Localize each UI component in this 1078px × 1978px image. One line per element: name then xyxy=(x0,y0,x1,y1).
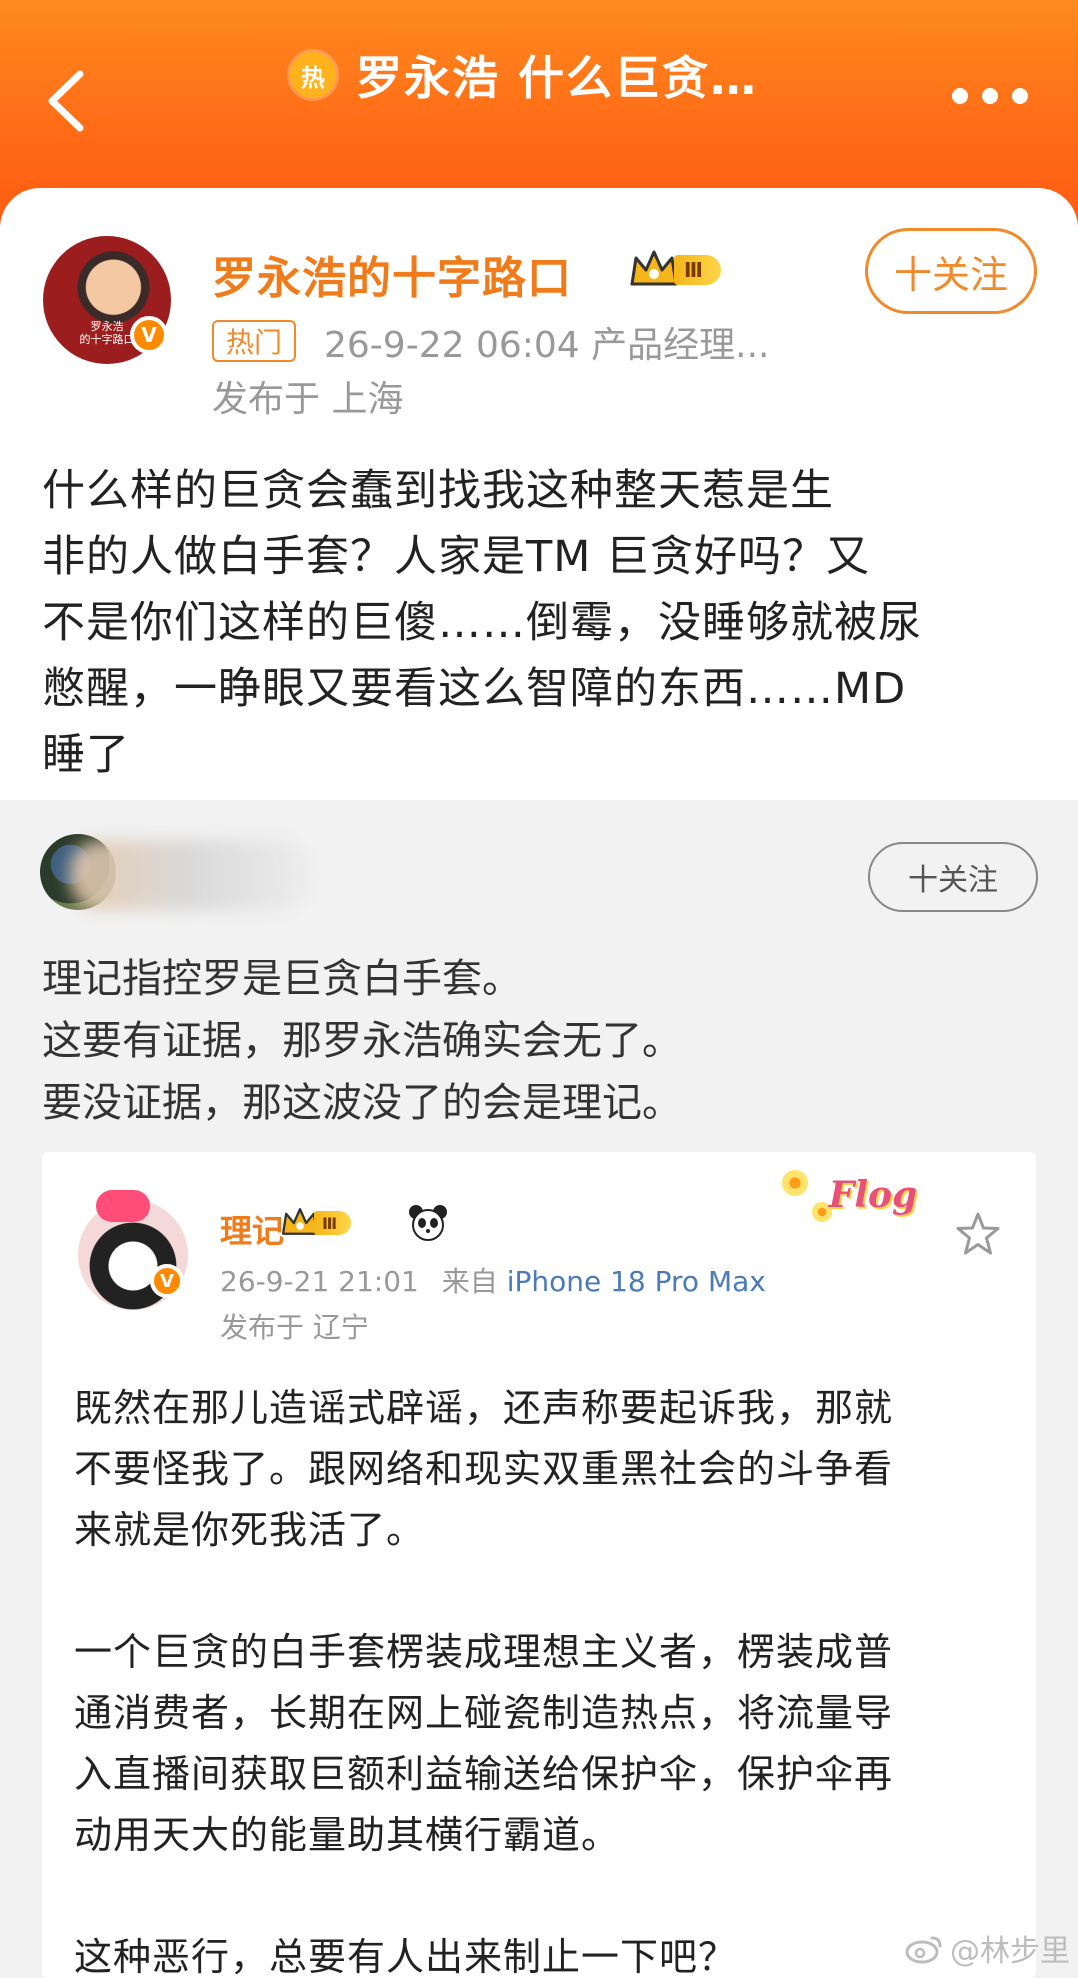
quoted-author-name[interactable]: 理记 xyxy=(220,1206,284,1252)
more-dot-icon xyxy=(982,88,998,104)
quoted-post-location: 发布于 辽宁 xyxy=(220,1311,369,1344)
vip-level-badge[interactable]: Ⅲ xyxy=(280,1206,352,1240)
source-prefix: 来自 xyxy=(441,1265,498,1298)
star-icon[interactable] xyxy=(954,1210,1002,1258)
vip-level-badge[interactable]: Ⅲ xyxy=(628,248,721,292)
follow-button[interactable]: 十关注 xyxy=(865,228,1037,314)
author-name[interactable]: 罗永浩的十字路口 xyxy=(212,242,572,306)
watermark-text: @林步里 xyxy=(950,1934,1070,1969)
more-dot-icon xyxy=(952,88,968,104)
post-content: 什么样的巨贪会蠢到￼找我这种整天惹是生 非的人做白手套？￼人家是TM 巨贪好吗？… xyxy=(42,466,922,780)
chevron-left-icon xyxy=(48,70,84,132)
vip-level-label: Ⅲ xyxy=(314,1211,352,1235)
weibo-logo-icon xyxy=(905,1936,942,1964)
reposter-name-blurred xyxy=(70,840,310,910)
more-button[interactable] xyxy=(952,88,1028,104)
vip-level-label: Ⅲ xyxy=(674,255,721,285)
panda-icon xyxy=(409,1205,447,1241)
page-title: 罗永浩 什么巨贪… xyxy=(356,51,759,105)
more-dot-icon xyxy=(1012,88,1028,104)
page: 热 罗永浩 什么巨贪… 罗永浩 的十字路口 V 罗永浩的十字路口 Ⅲ 十关注 热… xyxy=(0,0,1078,1978)
quoted-post-content: 既然在那儿造谣式辟谣，还声称要起诉我，那就 不要怪我了。跟网络和现实双重黑社会的… xyxy=(74,1386,894,1978)
hot-topic-icon: 热 xyxy=(290,52,336,98)
source-device-link[interactable]: iPhone 18 Pro Max xyxy=(507,1265,766,1298)
post-meta: 26-9-22 06:04 产品经理... xyxy=(324,325,770,366)
repost-section: 十关注 理记指控罗是巨贪白手套。 这要有证据，那罗永浩确实会无了。 要没证据，那… xyxy=(0,800,1078,1978)
flog-sticker: Flog xyxy=(828,1174,918,1216)
weibo-watermark: @林步里 xyxy=(904,1926,1070,1970)
quoted-post-time: 26-9-21 21:01 xyxy=(220,1265,419,1298)
verified-badge-icon: V xyxy=(150,1264,184,1298)
verified-badge-icon: V xyxy=(130,316,168,354)
post-location: 发布于 上海 xyxy=(212,379,404,420)
quoted-post-card[interactable]: V 理记 Ⅲ Flog 26-9-21 21:01 来自 iPhone 18 P… xyxy=(42,1152,1036,1978)
flower-decoration-icon xyxy=(782,1170,808,1196)
quoted-post-meta: 26-9-21 21:01 来自 iPhone 18 Pro Max xyxy=(220,1260,766,1300)
post-card: 罗永浩 的十字路口 V 罗永浩的十字路口 Ⅲ 十关注 热门 26-9-22 06… xyxy=(0,188,1078,800)
reposter-follow-button[interactable]: 十关注 xyxy=(868,842,1038,912)
hot-tag-badge: 热门 xyxy=(212,320,297,362)
crown-icon xyxy=(630,250,678,286)
back-button[interactable] xyxy=(40,66,96,136)
bow-decoration xyxy=(96,1190,150,1222)
repost-content: 理记指控罗是巨贪白手套。 这要有证据，那罗永浩确实会无了。 要没证据，那这波没了… xyxy=(42,956,682,1126)
header-title-group: 热 罗永浩 什么巨贪… xyxy=(290,40,758,110)
